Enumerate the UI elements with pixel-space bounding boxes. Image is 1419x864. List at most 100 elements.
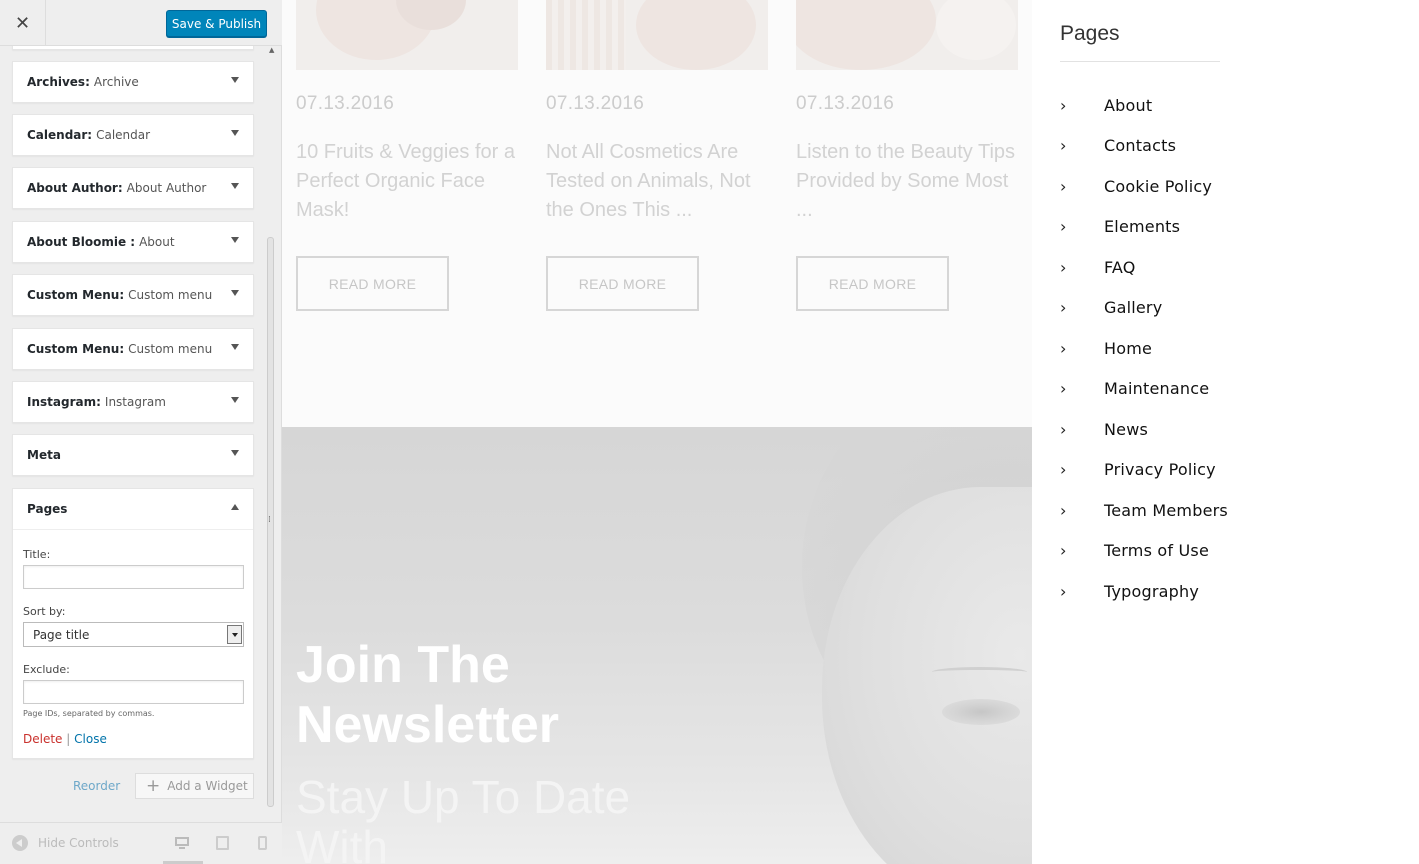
widget-type: Custom Menu: bbox=[27, 288, 125, 302]
page-item[interactable]: › About bbox=[1060, 85, 1228, 126]
pages-widget-preview: Pages › About › Contacts › Cookie Policy › E… bbox=[1032, 0, 1419, 864]
plus-icon: + bbox=[146, 776, 161, 796]
chevron-right-icon: › bbox=[1060, 338, 1067, 358]
expand-arrow-icon[interactable] bbox=[231, 237, 239, 243]
widget-title: Calendar bbox=[96, 128, 151, 142]
widget-type: Pages bbox=[27, 502, 68, 516]
page-item[interactable]: › Terms of Use bbox=[1060, 531, 1228, 572]
page-item[interactable]: › News bbox=[1060, 409, 1228, 450]
expand-arrow-icon[interactable] bbox=[231, 450, 239, 456]
tablet-preview-icon[interactable] bbox=[215, 835, 231, 851]
page-item[interactable]: › Contacts bbox=[1060, 126, 1228, 167]
post-title[interactable]: Listen to the Beauty Tips Provided by So… bbox=[796, 138, 1018, 225]
delete-link[interactable]: Delete bbox=[23, 732, 62, 746]
page-link[interactable]: Terms of Use bbox=[1104, 541, 1209, 560]
widget-type: Meta bbox=[27, 448, 61, 462]
expand-arrow-icon[interactable] bbox=[231, 77, 239, 83]
read-more-button[interactable]: READ MORE bbox=[296, 256, 449, 311]
newsletter-subtitle: Stay Up To Date With bbox=[296, 771, 631, 864]
chevron-right-icon: › bbox=[1060, 419, 1067, 439]
widget-title: Instagram bbox=[104, 395, 166, 409]
page-item[interactable]: › Elements bbox=[1060, 207, 1228, 248]
widget-calendar[interactable]: Calendar: Calendar bbox=[12, 114, 254, 156]
widget-instagram[interactable]: Instagram: Instagram bbox=[12, 381, 254, 423]
chevron-right-icon: › bbox=[1060, 257, 1067, 277]
expand-arrow-icon[interactable] bbox=[231, 397, 239, 403]
post-title[interactable]: 10 Fruits & Veggies for a Perfect Organi… bbox=[296, 138, 518, 225]
customizer-header: ✕ Save & Publish bbox=[0, 0, 282, 46]
page-item[interactable]: › Gallery bbox=[1060, 288, 1228, 329]
page-item[interactable]: › Cookie Policy bbox=[1060, 166, 1228, 207]
add-widget-button[interactable]: + Add a Widget bbox=[135, 773, 254, 799]
expand-arrow-icon[interactable] bbox=[231, 130, 239, 136]
page-link[interactable]: Team Members bbox=[1104, 501, 1228, 520]
page-link[interactable]: Maintenance bbox=[1104, 379, 1209, 398]
hero-brow bbox=[932, 667, 1027, 677]
chevron-right-icon: › bbox=[1060, 95, 1067, 115]
page-link[interactable]: Typography bbox=[1104, 582, 1199, 601]
widget-about-bloomie[interactable]: About Bloomie : About bbox=[12, 221, 254, 263]
widgets-panel: Archives: Archive Calendar: Calendar Abo… bbox=[0, 46, 282, 822]
page-link[interactable]: FAQ bbox=[1104, 258, 1136, 277]
page-link[interactable]: About bbox=[1104, 96, 1152, 115]
page-item[interactable]: › Privacy Policy bbox=[1060, 450, 1228, 491]
widget-about-author[interactable]: About Author: About Author bbox=[12, 167, 254, 209]
close-customizer-button[interactable]: ✕ bbox=[0, 0, 46, 46]
widget-type: About Bloomie : bbox=[27, 235, 136, 249]
post-thumbnail[interactable] bbox=[546, 0, 768, 70]
post-thumbnail[interactable] bbox=[796, 0, 1018, 70]
save-publish-button[interactable]: Save & Publish bbox=[166, 10, 267, 37]
post-date: 07.13.2016 bbox=[546, 93, 645, 114]
page-link[interactable]: Privacy Policy bbox=[1104, 460, 1216, 479]
exclude-input[interactable] bbox=[23, 680, 244, 704]
page-item[interactable]: › Maintenance bbox=[1060, 369, 1228, 410]
page-item[interactable]: › Typography bbox=[1060, 571, 1228, 612]
sort-by-select[interactable]: Page title bbox=[23, 622, 244, 647]
widget-custom-menu-2[interactable]: Custom Menu: Custom menu bbox=[12, 328, 254, 370]
widget-meta[interactable]: Meta bbox=[12, 434, 254, 476]
dropdown-arrow-icon[interactable] bbox=[227, 625, 242, 644]
chevron-right-icon: › bbox=[1060, 176, 1067, 196]
page-link[interactable]: Contacts bbox=[1104, 136, 1176, 155]
post-card: 07.13.2016 Listen to the Beauty Tips Pro… bbox=[796, 0, 1018, 311]
page-link[interactable]: Home bbox=[1104, 339, 1152, 358]
page-item[interactable]: › FAQ bbox=[1060, 247, 1228, 288]
desktop-preview-icon[interactable] bbox=[174, 835, 190, 851]
expand-arrow-icon[interactable] bbox=[231, 290, 239, 296]
newsletter-title: Join The Newsletter bbox=[296, 636, 559, 754]
widget-actions: Delete | Close bbox=[23, 732, 243, 758]
scroll-up-arrow-icon[interactable]: ▲ bbox=[269, 46, 274, 54]
customizer-footer: Hide Controls bbox=[0, 822, 282, 864]
page-link[interactable]: Elements bbox=[1104, 217, 1180, 236]
page-link[interactable]: Gallery bbox=[1104, 298, 1162, 317]
reorder-link[interactable]: Reorder bbox=[73, 779, 120, 793]
chevron-right-icon: › bbox=[1060, 136, 1067, 156]
read-more-button[interactable]: READ MORE bbox=[796, 256, 949, 311]
close-link[interactable]: Close bbox=[74, 732, 107, 746]
expand-arrow-icon[interactable] bbox=[231, 183, 239, 189]
post-title[interactable]: Not All Cosmetics Are Tested on Animals,… bbox=[546, 138, 768, 225]
widget-archives[interactable]: Archives: Archive bbox=[12, 61, 254, 103]
mobile-preview-icon[interactable] bbox=[255, 835, 271, 851]
expand-arrow-icon[interactable] bbox=[231, 344, 239, 350]
resize-grip-icon[interactable]: ⁞ bbox=[268, 515, 271, 525]
exclude-hint: Page IDs, separated by commas. bbox=[23, 709, 155, 718]
page-item[interactable]: › Home bbox=[1060, 328, 1228, 369]
collapse-arrow-icon[interactable] bbox=[231, 504, 239, 510]
page-item[interactable]: › Team Members bbox=[1060, 490, 1228, 531]
post-card: 07.13.2016 10 Fruits & Veggies for a Per… bbox=[296, 0, 518, 311]
post-thumbnail[interactable] bbox=[296, 0, 518, 70]
chevron-right-icon: › bbox=[1060, 298, 1067, 318]
read-more-button[interactable]: READ MORE bbox=[546, 256, 699, 311]
pages-list: › About › Contacts › Cookie Policy › Element… bbox=[1060, 85, 1228, 612]
widget-custom-menu[interactable]: Custom Menu: Custom menu bbox=[12, 274, 254, 316]
widget-partial bbox=[12, 46, 254, 50]
hide-controls-button[interactable]: Hide Controls bbox=[12, 835, 119, 851]
title-input[interactable] bbox=[23, 565, 244, 589]
post-date: 07.13.2016 bbox=[296, 93, 395, 114]
page-link[interactable]: Cookie Policy bbox=[1104, 177, 1212, 196]
actions-separator: | bbox=[66, 732, 71, 746]
page-link[interactable]: News bbox=[1104, 420, 1148, 439]
widget-pages[interactable]: Pages Title: Sort by: Page title Exclude… bbox=[12, 488, 254, 759]
collapse-icon bbox=[12, 835, 28, 851]
